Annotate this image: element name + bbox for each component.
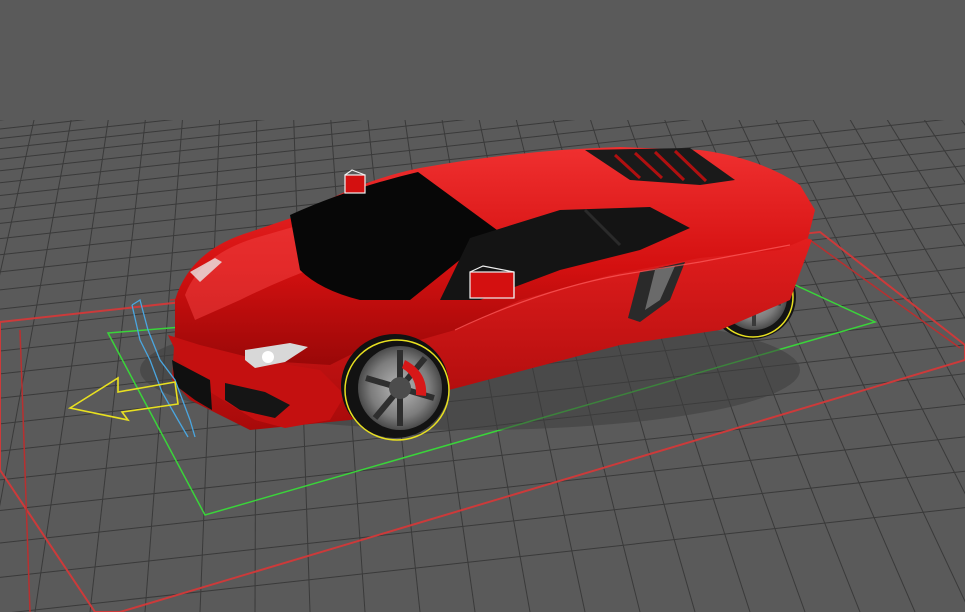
headlight-lamp bbox=[262, 351, 274, 363]
sky-area bbox=[0, 0, 965, 120]
viewport-canvas[interactable] bbox=[0, 0, 965, 612]
3d-viewport[interactable] bbox=[0, 0, 965, 612]
